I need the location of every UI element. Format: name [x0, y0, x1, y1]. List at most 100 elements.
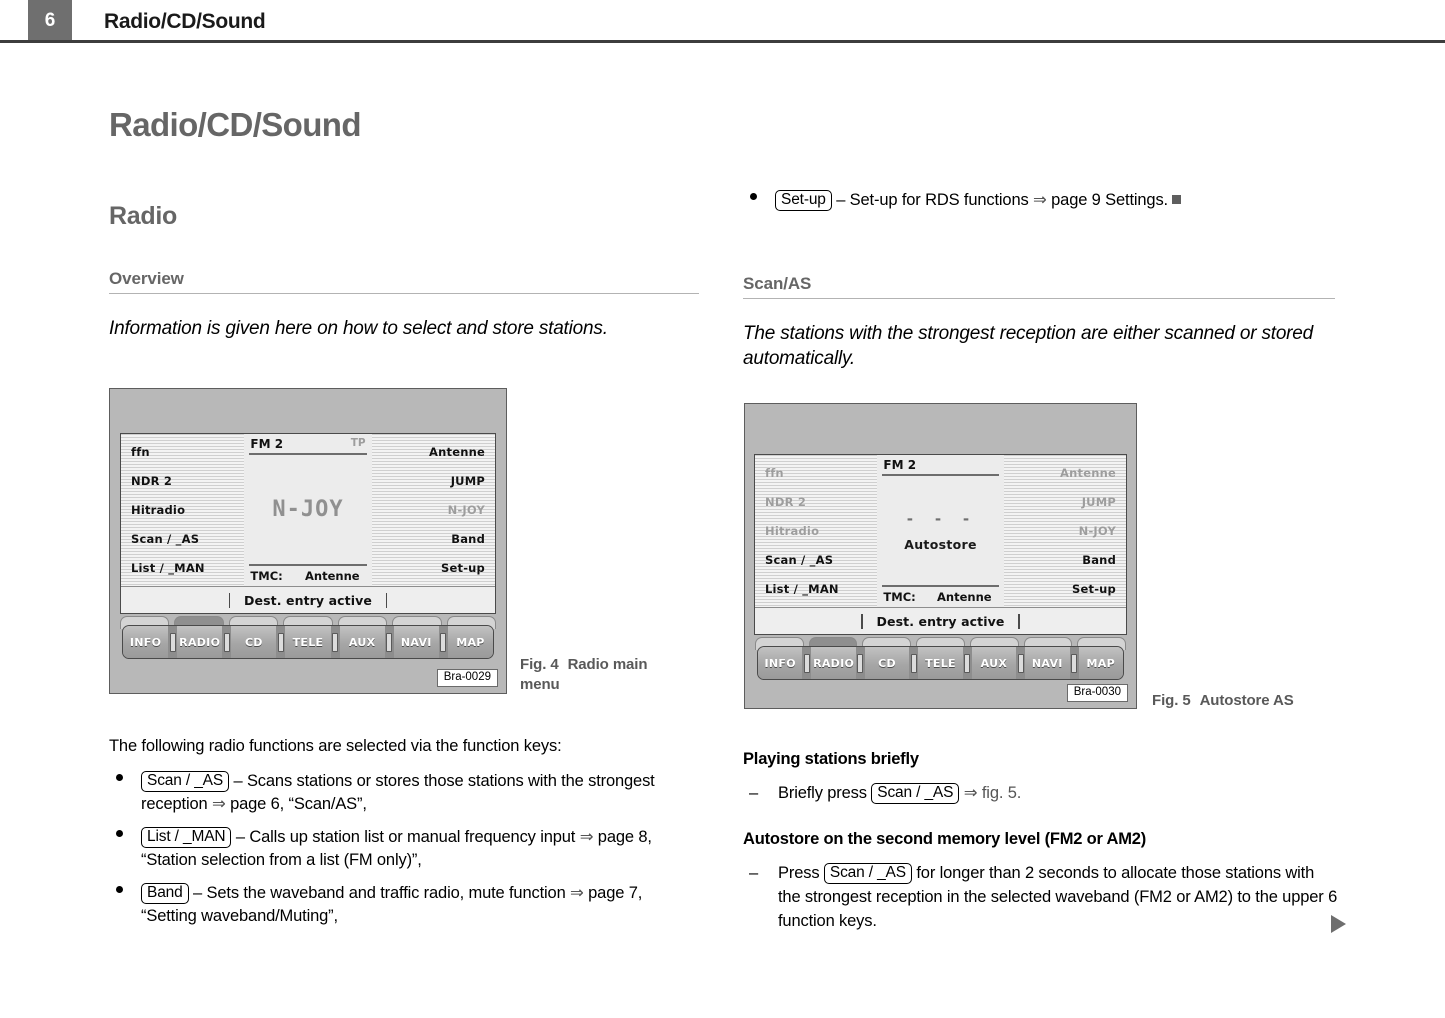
screen-main-area: ffn NDR 2 Hitradio Scan / _AS List / _MA…	[755, 455, 1126, 607]
figure5-caption-text: Autostore AS	[1199, 692, 1294, 709]
left-function-keys: ffn NDR 2 Hitradio Scan / _AS List / _MA…	[121, 434, 245, 586]
button-map[interactable]: MAP	[447, 626, 493, 658]
side-item-ndr2[interactable]: NDR 2	[130, 474, 173, 488]
side-item-ffn[interactable]: ffn	[764, 466, 785, 480]
bullet-band-text-before: – Sets the waveband and traffic radio, m…	[193, 884, 571, 902]
waveband-label: FM 2	[250, 437, 284, 451]
side-item-setup[interactable]: Set-up	[440, 561, 486, 575]
display-autostore-area: - - - Autostore	[882, 476, 998, 585]
side-item-njoy[interactable]: N-JOY	[1078, 524, 1117, 538]
chapter-title: Radio/CD/Sound	[109, 106, 362, 143]
side-item-scan-as[interactable]: Scan / _AS	[130, 532, 200, 546]
status-bar: Dest. entry active	[121, 586, 495, 613]
button-info[interactable]: INFO	[123, 626, 169, 658]
status-bar: Dest. entry active	[755, 607, 1126, 634]
side-item-njoy[interactable]: N-JOY	[447, 503, 486, 517]
button-divider	[384, 626, 394, 658]
button-divider	[276, 626, 286, 658]
side-item-antenne[interactable]: Antenne	[428, 445, 486, 459]
screen-main-area: ffn NDR 2 Hitradio Scan / _AS List / _MA…	[121, 434, 495, 586]
side-item-ffn[interactable]: ffn	[130, 445, 151, 459]
side-item-jump[interactable]: JUMP	[450, 474, 486, 488]
hardware-button-bar: INFO RADIO CD TELE AUX NAVI MAP	[757, 646, 1124, 680]
button-radio[interactable]: RADIO	[811, 647, 856, 679]
side-item-scan-as[interactable]: Scan / _AS	[764, 553, 834, 567]
key-band[interactable]: Band	[141, 883, 189, 904]
side-item-jump[interactable]: JUMP	[1081, 495, 1117, 509]
bullet-dot-icon	[750, 193, 757, 200]
button-aux[interactable]: AUX	[971, 647, 1017, 679]
overview-heading: Overview	[109, 269, 699, 294]
center-display-panel: FM 2 TP N-JOY TMC: Antenne	[244, 434, 372, 586]
left-column: Radio/CD/Sound Radio Overview Informatio…	[109, 105, 699, 341]
side-item-setup[interactable]: Set-up	[1071, 582, 1117, 596]
end-of-section-marker-icon	[1172, 195, 1181, 204]
figure5-caption-number: Fig. 5	[1152, 692, 1191, 709]
side-item-band[interactable]: Band	[1081, 553, 1117, 567]
display-tmc-row: TMC: Antenne	[249, 564, 367, 586]
button-divider	[962, 647, 972, 679]
bullet-band: Band – Sets the waveband and traffic rad…	[109, 882, 701, 928]
button-divider	[1069, 647, 1079, 679]
display-tmc-row: TMC: Antenne	[882, 585, 999, 607]
button-aux[interactable]: AUX	[339, 626, 385, 658]
key-list-man[interactable]: List / _MAN	[141, 827, 232, 848]
bullet-dot-icon	[116, 774, 123, 781]
button-cd[interactable]: CD	[864, 647, 910, 679]
right-function-keys: Antenne JUMP N-JOY Band Set-up	[371, 434, 495, 586]
button-divider	[222, 626, 232, 658]
figure-code-label: Bra-0030	[1066, 684, 1128, 702]
step-briefly-press-text-after: fig. 5.	[977, 784, 1022, 802]
button-divider	[1016, 647, 1026, 679]
button-radio[interactable]: RADIO	[177, 626, 223, 658]
radio-screen-fig5: ffn NDR 2 Hitradio Scan / _AS List / _MA…	[754, 454, 1127, 635]
status-separator	[385, 592, 388, 608]
header-divider	[0, 40, 1445, 43]
hardware-button-bar: INFO RADIO CD TELE AUX NAVI MAP	[122, 625, 494, 659]
button-divider	[438, 626, 448, 658]
button-tele[interactable]: TELE	[918, 647, 963, 679]
status-separator	[228, 592, 231, 608]
page-header: 6 Radio/CD/Sound	[0, 0, 1445, 43]
side-item-band[interactable]: Band	[450, 532, 486, 546]
playing-stations-heading: Playing stations briefly	[743, 750, 919, 768]
key-scan-as[interactable]: Scan / _AS	[141, 771, 230, 792]
arrow-icon: ⇒	[211, 795, 226, 813]
button-cd[interactable]: CD	[231, 626, 277, 658]
autostore-progress-dashes: - - -	[905, 509, 976, 528]
key-scan-as[interactable]: Scan / _AS	[871, 783, 960, 804]
continuation-arrow-icon	[1331, 915, 1346, 933]
bullet-scan-as: Scan / _AS – Scans stations or stores th…	[109, 770, 701, 816]
scan-as-intro-text: The stations with the strongest receptio…	[743, 323, 1314, 369]
arrow-icon: ⇒	[570, 884, 584, 902]
button-divider	[909, 647, 919, 679]
button-navi[interactable]: NAVI	[1025, 647, 1070, 679]
bullet-list-man-text-before: – Calls up station list or manual freque…	[235, 828, 580, 846]
side-item-hitradio[interactable]: Hitradio	[130, 503, 186, 517]
side-item-hitradio[interactable]: Hitradio	[764, 524, 820, 538]
tmc-label: TMC:	[250, 569, 283, 583]
waveband-label: FM 2	[883, 458, 917, 472]
bullet-setup: Set-up – Set-up for RDS functions ⇒ page…	[743, 189, 1335, 212]
bullet-dot-icon	[116, 886, 123, 893]
button-map[interactable]: MAP	[1078, 647, 1123, 679]
side-item-list-man[interactable]: List / _MAN	[764, 582, 840, 596]
display-top-row: FM 2 TP	[249, 434, 367, 455]
button-tele[interactable]: TELE	[285, 626, 331, 658]
status-separator	[1018, 613, 1020, 629]
button-divider	[855, 647, 865, 679]
key-scan-as[interactable]: Scan / _AS	[823, 863, 912, 884]
side-item-antenne[interactable]: Antenne	[1059, 466, 1117, 480]
function-keys-lead: The following radio functions are select…	[109, 737, 562, 755]
button-navi[interactable]: NAVI	[393, 626, 439, 658]
tmc-value: Antenne	[937, 590, 992, 604]
scan-as-heading: Scan/AS	[743, 274, 1335, 299]
tmc-label: TMC:	[883, 590, 916, 604]
button-info[interactable]: INFO	[758, 647, 803, 679]
status-text: Dest. entry active	[876, 613, 1005, 629]
key-setup[interactable]: Set-up	[775, 190, 832, 211]
side-item-ndr2[interactable]: NDR 2	[764, 495, 807, 509]
side-item-list-man[interactable]: List / _MAN	[130, 561, 206, 575]
bullet-setup-text-before: – Set-up for RDS functions	[836, 191, 1034, 209]
status-separator	[861, 613, 863, 629]
